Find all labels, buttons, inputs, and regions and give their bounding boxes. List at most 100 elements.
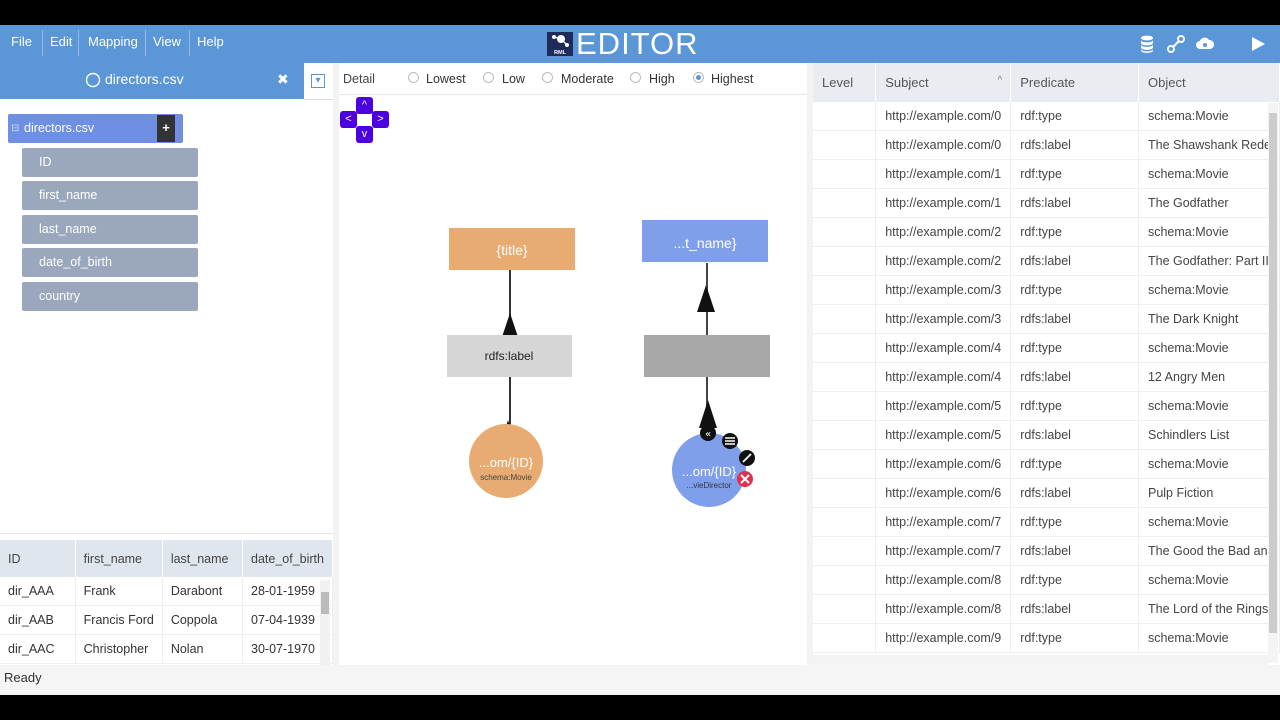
triple-cell xyxy=(813,565,877,595)
triple-row[interactable]: http://example.com/3 rdfs:label The Dark K… xyxy=(813,304,1280,334)
predicate-node-empty[interactable] xyxy=(644,335,770,377)
menu-file[interactable]: File xyxy=(2,25,41,63)
triple-cell: http://example.com/4 xyxy=(875,362,1012,392)
subject-node-movie-class: schema:Movie xyxy=(480,473,532,482)
link-node-icon[interactable] xyxy=(739,450,755,466)
column-header-level[interactable]: Level xyxy=(813,63,877,102)
triple-cell: rdfs:label xyxy=(1010,594,1139,624)
play-icon[interactable] xyxy=(1248,34,1268,54)
database-icon[interactable] xyxy=(1137,34,1157,54)
triple-cell xyxy=(813,333,877,363)
triple-row[interactable]: http://example.com/9 rdf:type schema:Movie xyxy=(813,623,1280,653)
tab-dropdown-area: ▾ xyxy=(304,63,333,100)
triple-cell: rdfs:label xyxy=(1010,536,1139,566)
triple-cell xyxy=(813,507,877,537)
source-pane: directors.csv ✖ ▾ ⊟ directors.csv + ID f… xyxy=(0,63,333,695)
triple-row[interactable]: http://example.com/3 rdf:type schema:Movie xyxy=(813,275,1280,305)
chevron-down-icon[interactable]: ▾ xyxy=(311,74,325,88)
menu-help[interactable]: Help xyxy=(188,25,233,63)
triple-row[interactable]: http://example.com/2 rdfs:label The Godfat… xyxy=(813,246,1280,276)
triple-cell: http://example.com/4 xyxy=(875,333,1012,363)
menu-node-icon[interactable] xyxy=(722,433,738,449)
app-logo: RML EDITOR xyxy=(547,26,699,61)
object-node-last-name-label: ...t_name} xyxy=(673,235,736,251)
field-date-of-birth[interactable]: date_of_birth xyxy=(22,248,198,277)
triple-row[interactable]: http://example.com/6 rdfs:label Pulp Ficti… xyxy=(813,478,1280,508)
triple-cell: 12 Angry Men xyxy=(1138,362,1280,392)
table-cell: Coppola xyxy=(162,605,244,635)
link-icon[interactable] xyxy=(1166,34,1186,54)
object-node-title-label: {title} xyxy=(496,242,527,258)
menu-mapping[interactable]: Mapping xyxy=(79,25,147,63)
column-header-predicate[interactable]: Predicate xyxy=(1010,63,1139,102)
circle-icon xyxy=(85,72,101,88)
triple-cell: rdf:type xyxy=(1010,159,1139,189)
triple-cell: Schindlers List xyxy=(1138,420,1280,450)
triple-cell: rdf:type xyxy=(1010,333,1139,363)
triple-row[interactable]: http://example.com/0 rdf:type schema:Movie xyxy=(813,102,1280,131)
triple-row[interactable]: http://example.com/4 rdfs:label 12 Angry M… xyxy=(813,362,1280,392)
triple-row[interactable]: http://example.com/1 rdf:type schema:Movie xyxy=(813,159,1280,189)
status-bar: Ready xyxy=(0,665,1280,695)
triple-cell xyxy=(813,449,877,479)
horizontal-scrollbar[interactable] xyxy=(813,655,1268,665)
source-node[interactable]: ⊟ directors.csv + xyxy=(8,114,183,143)
triple-row[interactable]: http://example.com/5 rdfs:label Schindlers… xyxy=(813,420,1280,450)
field-country[interactable]: country xyxy=(22,282,198,311)
triple-cell: schema:Movie xyxy=(1138,449,1280,479)
column-header-subject[interactable]: Subject ^ xyxy=(875,63,1012,102)
triple-cell: The Godfather xyxy=(1138,188,1280,218)
collapse-icon[interactable]: ⊟ xyxy=(11,114,19,143)
triple-cell: schema:Movie xyxy=(1138,102,1280,131)
column-header[interactable]: date_of_birth xyxy=(242,540,333,577)
vertical-scrollbar[interactable] xyxy=(1268,103,1278,663)
triple-cell xyxy=(813,536,877,566)
triple-row[interactable]: http://example.com/4 rdf:type schema:Movie xyxy=(813,333,1280,363)
add-field-button[interactable]: + xyxy=(157,115,175,142)
triple-cell xyxy=(813,478,877,508)
triple-cell: http://example.com/9 xyxy=(875,623,1012,653)
table-row[interactable]: dir_AAC Christopher Nolan 30-07-1970 xyxy=(0,634,333,664)
triple-row[interactable]: http://example.com/7 rdf:type schema:Movie xyxy=(813,507,1280,537)
triple-row[interactable]: http://example.com/0 rdfs:label The Shawsh… xyxy=(813,130,1280,160)
triple-cell: http://example.com/5 xyxy=(875,420,1012,450)
logo-title: EDITOR xyxy=(576,26,699,61)
triple-cell: http://example.com/6 xyxy=(875,449,1012,479)
delete-node-icon[interactable] xyxy=(737,471,753,487)
triple-row[interactable]: http://example.com/6 rdf:type schema:Movie xyxy=(813,449,1280,479)
field-last-name[interactable]: last_name xyxy=(22,215,198,244)
field-first-name[interactable]: first_name xyxy=(22,181,198,210)
triple-row[interactable]: http://example.com/8 rdf:type schema:Movie xyxy=(813,565,1280,595)
triple-cell: The Godfather: Part II xyxy=(1138,246,1280,276)
cloud-icon[interactable] xyxy=(1195,34,1215,54)
triple-cell: schema:Movie xyxy=(1138,333,1280,363)
column-header-object[interactable]: Object xyxy=(1138,63,1280,102)
triple-cell xyxy=(813,420,877,450)
sort-asc-icon[interactable]: ^ xyxy=(998,75,1003,86)
triple-row[interactable]: http://example.com/2 rdf:type schema:Movie xyxy=(813,217,1280,247)
collapse-node-icon[interactable]: « xyxy=(700,425,716,441)
column-header[interactable]: last_name xyxy=(162,540,244,577)
table-row[interactable]: dir_AAB Francis Ford Coppola 07-04-1939 xyxy=(0,605,333,635)
source-tab[interactable]: directors.csv ✖ xyxy=(0,63,304,99)
table-row[interactable]: dir_AAA Frank Darabont 28-01-1959 xyxy=(0,577,333,606)
table-cell: 28-01-1959 xyxy=(242,577,333,606)
mapping-graph: {title} rdfs:label ...om/{ID} schema:Mov… xyxy=(447,220,770,507)
column-header[interactable]: first_name xyxy=(75,540,163,577)
scrollbar[interactable] xyxy=(320,580,330,670)
menu-edit[interactable]: Edit xyxy=(41,25,81,63)
triple-row[interactable]: http://example.com/1 rdfs:label The Godfat… xyxy=(813,188,1280,218)
triple-row[interactable]: http://example.com/8 rdfs:label The Lord o… xyxy=(813,594,1280,624)
column-header[interactable]: ID xyxy=(0,540,76,577)
table-cell: Christopher xyxy=(75,634,163,664)
close-icon[interactable]: ✖ xyxy=(277,71,289,88)
subject-node-director-label: ...om/{ID} xyxy=(682,464,737,479)
triple-cell: http://example.com/0 xyxy=(875,102,1012,131)
source-tab-title: directors.csv xyxy=(105,71,184,87)
triple-row[interactable]: http://example.com/7 rdfs:label The Good t… xyxy=(813,536,1280,566)
triple-cell: rdf:type xyxy=(1010,391,1139,421)
triple-row[interactable]: http://example.com/5 rdf:type schema:Movie xyxy=(813,391,1280,421)
menu-view[interactable]: View xyxy=(144,25,190,63)
field-id[interactable]: ID xyxy=(22,148,198,177)
pane-divider[interactable] xyxy=(0,533,333,534)
